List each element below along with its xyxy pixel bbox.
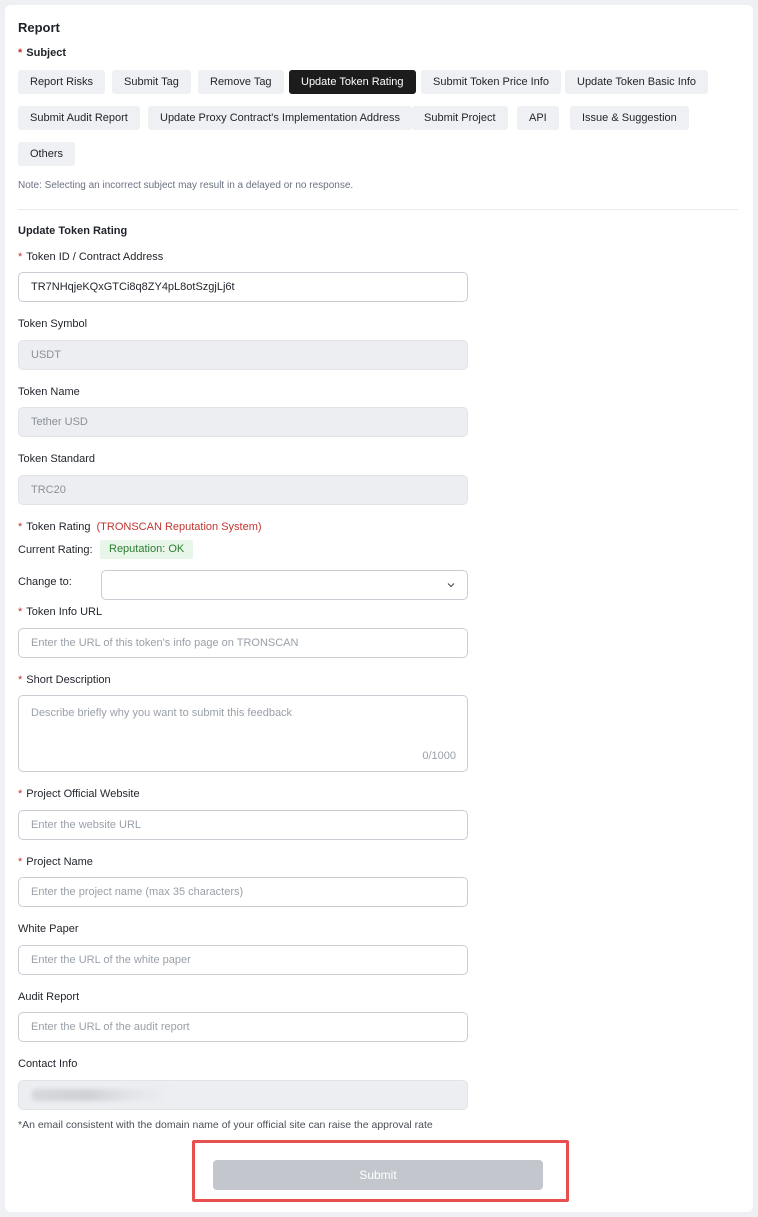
- token-id-label: Token ID / Contract Address: [18, 251, 163, 263]
- chip-report-risks[interactable]: Report Risks: [18, 70, 105, 94]
- chip-submit-token-price-info[interactable]: Submit Token Price Info: [421, 70, 561, 94]
- chip-remove-tag[interactable]: Remove Tag: [198, 70, 284, 94]
- token-id-input[interactable]: [18, 272, 468, 302]
- approval-hint: *An email consistent with the domain nam…: [18, 1119, 433, 1131]
- chip-issue-suggestion[interactable]: Issue & Suggestion: [570, 106, 689, 130]
- short-description-field: 0/1000: [18, 695, 468, 772]
- contact-info-input: [18, 1080, 468, 1110]
- reputation-system-link[interactable]: (TRONSCAN Reputation System): [97, 521, 262, 533]
- chip-api[interactable]: API: [517, 106, 559, 130]
- current-rating-badge: Reputation: OK: [100, 540, 194, 559]
- token-name-label: Token Name: [18, 386, 80, 398]
- redacted-contact: [31, 1089, 171, 1101]
- chip-submit-audit-report[interactable]: Submit Audit Report: [18, 106, 140, 130]
- current-rating-label: Current Rating:: [18, 544, 93, 556]
- token-info-url-label: Token Info URL: [18, 606, 102, 618]
- short-description-label: Short Description: [18, 674, 110, 686]
- token-symbol-input: [18, 340, 468, 370]
- chip-submit-project[interactable]: Submit Project: [412, 106, 508, 130]
- white-paper-input[interactable]: [18, 945, 468, 975]
- chip-update-token-rating[interactable]: Update Token Rating: [289, 70, 416, 94]
- chip-others[interactable]: Others: [18, 142, 76, 166]
- official-website-label: Project Official Website: [18, 788, 139, 800]
- short-description-textarea[interactable]: [19, 696, 467, 771]
- chip-submit-tag[interactable]: Submit Tag: [112, 70, 191, 94]
- audit-report-label: Audit Report: [18, 991, 80, 1003]
- token-standard-label: Token Standard: [18, 453, 96, 465]
- rating-select[interactable]: [101, 570, 468, 600]
- submit-button[interactable]: Submit: [213, 1160, 543, 1190]
- subject-label: Subject: [18, 47, 66, 59]
- char-counter: 0/1000: [422, 750, 456, 762]
- section-title: Update Token Rating: [18, 225, 128, 237]
- project-name-label: Project Name: [18, 856, 93, 868]
- audit-report-input[interactable]: [18, 1012, 468, 1042]
- chevron-down-icon: [447, 583, 455, 588]
- token-info-url-input[interactable]: [18, 628, 468, 658]
- token-symbol-label: Token Symbol: [18, 318, 88, 330]
- white-paper-label: White Paper: [18, 923, 79, 935]
- chip-update-proxy-contract[interactable]: Update Proxy Contract's Implementation A…: [148, 106, 412, 130]
- report-card: Report Subject Report Risks Submit Tag R…: [5, 5, 753, 1212]
- contact-info-label: Contact Info: [18, 1058, 78, 1070]
- token-standard-input: [18, 475, 468, 505]
- official-website-input[interactable]: [18, 810, 468, 840]
- divider: [18, 209, 738, 210]
- page-title: Report: [18, 20, 60, 35]
- chip-update-token-basic-info[interactable]: Update Token Basic Info: [565, 70, 709, 94]
- token-name-input: [18, 407, 468, 437]
- change-to-label: Change to:: [18, 576, 72, 588]
- subject-note: Note: Selecting an incorrect subject may…: [18, 180, 354, 191]
- project-name-input[interactable]: [18, 877, 468, 907]
- token-rating-label: Token Rating(TRONSCAN Reputation System): [18, 521, 262, 533]
